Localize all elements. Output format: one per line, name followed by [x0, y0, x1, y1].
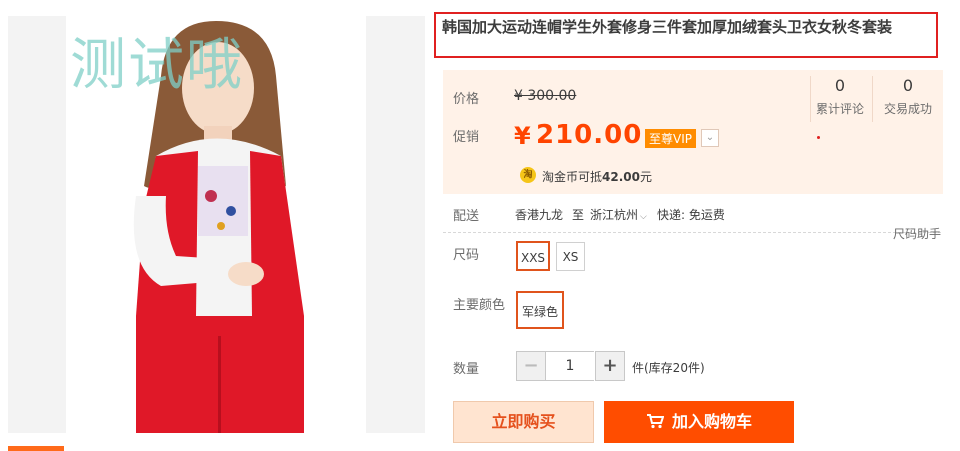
add-to-cart-label: 加入购物车	[671, 412, 752, 431]
vip-badge[interactable]: 至尊VIP	[645, 129, 696, 148]
delivery-from: 香港九龙	[515, 208, 564, 222]
marker-dot	[817, 136, 820, 139]
delivery-destination: 浙江杭州	[590, 208, 639, 222]
watermark-text: 测试哦	[70, 33, 244, 98]
color-option-army-green[interactable]: 军绿色	[516, 291, 564, 329]
chevron-down-icon: ⌵	[640, 212, 647, 222]
original-price: ¥ 300.00	[514, 88, 577, 104]
quantity-label: 数量	[453, 362, 480, 377]
quantity-increase-button[interactable]: +	[595, 351, 625, 381]
size-helper-link[interactable]: 尺码助手	[893, 225, 941, 242]
product-image[interactable]: 测试哦	[8, 16, 425, 433]
sales-label: 交易成功	[883, 102, 932, 116]
color-label: 主要颜色	[453, 298, 506, 313]
promo-label: 促销	[453, 130, 480, 145]
delivery-label: 配送	[453, 209, 480, 224]
price-label: 价格	[453, 92, 480, 107]
coin-deduction-text: 淘金币可抵42.00元	[542, 168, 652, 185]
delivery-to-word: 至	[572, 208, 585, 222]
product-title: 韩国加大运动连帽学生外套修身三件套加厚加绒套头卫衣女秋冬套装	[434, 12, 938, 58]
reviews-label[interactable]: 累计评论	[810, 100, 870, 117]
size-option-xxs[interactable]: XXS	[516, 241, 550, 271]
coin-text-suffix: 元	[639, 170, 652, 184]
taojinbi-coin-icon: 淘	[520, 167, 536, 183]
quantity-decrease-button[interactable]: −	[516, 351, 546, 381]
sales-count: 0	[902, 76, 914, 95]
vip-dropdown-icon[interactable]: ⌄	[701, 129, 719, 147]
currency-symbol: ¥	[514, 122, 531, 150]
thumbnail-indicator[interactable]	[8, 446, 64, 451]
stats-divider-2	[872, 76, 873, 122]
size-option-xs[interactable]: XS	[556, 242, 585, 271]
add-to-cart-button[interactable]: 加入购物车	[604, 401, 794, 443]
stock-text: 件(库存20件)	[632, 361, 705, 375]
delivery-divider	[443, 232, 941, 233]
reviews-count[interactable]: 0	[810, 76, 870, 95]
coin-amount: 42.00	[602, 170, 640, 184]
size-label: 尺码	[453, 248, 480, 263]
shipping-fee: 快递: 免运费	[657, 208, 725, 222]
delivery-destination-select[interactable]: 浙江杭州 ⌵	[590, 206, 647, 223]
quantity-input[interactable]: 1	[546, 351, 594, 381]
promo-price: 210.00	[536, 120, 643, 150]
buy-now-button[interactable]: 立即购买	[453, 401, 594, 443]
coin-text-prefix: 淘金币可抵	[542, 170, 603, 184]
cart-icon	[646, 414, 665, 429]
